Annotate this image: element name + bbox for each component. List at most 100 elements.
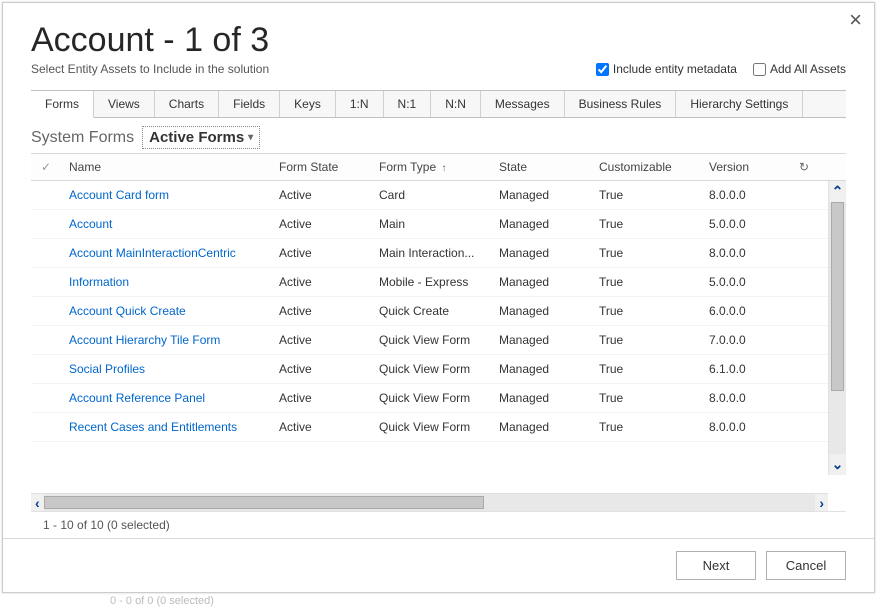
table-row[interactable]: Recent Cases and EntitlementsActiveQuick… bbox=[31, 413, 846, 442]
col-state[interactable]: State bbox=[491, 154, 591, 180]
row-name-link[interactable]: Recent Cases and Entitlements bbox=[69, 420, 237, 434]
col-form-state[interactable]: Form State bbox=[271, 154, 371, 180]
row-form-state: Active bbox=[271, 384, 371, 412]
row-form-state: Active bbox=[271, 268, 371, 296]
vertical-scrollbar[interactable]: ⌃ ⌄ bbox=[828, 181, 846, 475]
row-form-state: Active bbox=[271, 413, 371, 441]
add-all-assets-checkbox[interactable]: Add All Assets bbox=[753, 62, 846, 76]
row-name-link[interactable]: Account Hierarchy Tile Form bbox=[69, 333, 220, 347]
row-customizable: True bbox=[591, 355, 701, 383]
row-form-state: Active bbox=[271, 355, 371, 383]
tab-hierarchy-settings[interactable]: Hierarchy Settings bbox=[676, 91, 803, 117]
row-check[interactable] bbox=[31, 275, 61, 289]
col-name[interactable]: Name bbox=[61, 154, 271, 180]
row-form-type: Quick View Form bbox=[371, 384, 491, 412]
tab-fields[interactable]: Fields bbox=[219, 91, 280, 117]
row-version: 8.0.0.0 bbox=[701, 239, 791, 267]
row-customizable: True bbox=[591, 239, 701, 267]
scroll-thumb[interactable] bbox=[831, 202, 844, 391]
row-check[interactable] bbox=[31, 246, 61, 260]
row-check[interactable] bbox=[31, 188, 61, 202]
table-row[interactable]: Account Hierarchy Tile FormActiveQuick V… bbox=[31, 326, 846, 355]
horizontal-scrollbar[interactable]: ‹ › bbox=[31, 493, 828, 511]
scroll-up-icon[interactable]: ⌃ bbox=[832, 181, 844, 202]
tab-bar: Forms Views Charts Fields Keys 1:N N:1 N… bbox=[31, 90, 846, 118]
row-state: Managed bbox=[491, 181, 591, 209]
row-form-type: Quick View Form bbox=[371, 355, 491, 383]
row-check[interactable] bbox=[31, 217, 61, 231]
tab-views[interactable]: Views bbox=[94, 91, 155, 117]
refresh-icon[interactable]: ↻ bbox=[791, 154, 815, 180]
dialog-header: Account - 1 of 3 Select Entity Assets to… bbox=[3, 3, 874, 84]
col-check[interactable]: ✓ bbox=[31, 154, 61, 180]
table-row[interactable]: Social Profiles ActiveQuick View FormMana… bbox=[31, 355, 846, 384]
col-customizable[interactable]: Customizable bbox=[591, 154, 701, 180]
row-customizable: True bbox=[591, 268, 701, 296]
row-name: Account Reference Panel bbox=[61, 384, 271, 412]
scroll-left-icon[interactable]: ‹ bbox=[31, 495, 44, 511]
row-customizable: True bbox=[591, 297, 701, 325]
row-customizable: True bbox=[591, 326, 701, 354]
grid-header: ✓ Name Form State Form Type ↑ State Cust… bbox=[31, 153, 846, 181]
row-version: 8.0.0.0 bbox=[701, 181, 791, 209]
row-state: Managed bbox=[491, 413, 591, 441]
row-name-link[interactable]: Account Card form bbox=[69, 188, 169, 202]
table-row[interactable]: Account Card formActiveCardManagedTrue8.… bbox=[31, 181, 846, 210]
row-name-link[interactable]: Social Profiles bbox=[69, 362, 145, 376]
row-state: Managed bbox=[491, 355, 591, 383]
tab-messages[interactable]: Messages bbox=[481, 91, 565, 117]
add-all-assets-input[interactable] bbox=[753, 63, 766, 76]
row-customizable: True bbox=[591, 210, 701, 238]
grid-body: Account Card formActiveCardManagedTrue8.… bbox=[31, 181, 846, 493]
next-button[interactable]: Next bbox=[676, 551, 756, 580]
col-form-type[interactable]: Form Type ↑ bbox=[371, 154, 491, 180]
cancel-button[interactable]: Cancel bbox=[766, 551, 846, 580]
row-form-state: Active bbox=[271, 181, 371, 209]
scroll-track[interactable] bbox=[829, 202, 846, 454]
row-name-link[interactable]: Information bbox=[69, 275, 129, 289]
row-check[interactable] bbox=[31, 304, 61, 318]
include-metadata-checkbox[interactable]: Include entity metadata bbox=[596, 62, 737, 76]
header-options: Include entity metadata Add All Assets bbox=[596, 62, 846, 76]
row-state: Managed bbox=[491, 326, 591, 354]
row-state: Managed bbox=[491, 384, 591, 412]
row-state: Managed bbox=[491, 297, 591, 325]
row-name: Recent Cases and Entitlements bbox=[61, 413, 271, 441]
col-version[interactable]: Version bbox=[701, 154, 791, 180]
table-row[interactable]: Account MainInteractionCentricActiveMain… bbox=[31, 239, 846, 268]
tab-keys[interactable]: Keys bbox=[280, 91, 336, 117]
filter-selected-value: Active Forms bbox=[149, 129, 244, 146]
filter-category-label: System Forms bbox=[31, 129, 134, 147]
row-check[interactable] bbox=[31, 420, 61, 434]
tab-forms[interactable]: Forms bbox=[31, 91, 94, 118]
tab-1n[interactable]: 1:N bbox=[336, 91, 384, 117]
row-version: 5.0.0.0 bbox=[701, 210, 791, 238]
tab-nn[interactable]: N:N bbox=[431, 91, 481, 117]
tab-charts[interactable]: Charts bbox=[155, 91, 219, 117]
row-name-link[interactable]: Account MainInteractionCentric bbox=[69, 246, 236, 260]
close-icon[interactable]: × bbox=[849, 9, 862, 31]
h-scroll-thumb[interactable] bbox=[44, 496, 484, 509]
tab-n1[interactable]: N:1 bbox=[384, 91, 432, 117]
row-check[interactable] bbox=[31, 333, 61, 347]
grid: ✓ Name Form State Form Type ↑ State Cust… bbox=[31, 153, 846, 538]
tab-business-rules[interactable]: Business Rules bbox=[565, 91, 677, 117]
scroll-right-icon[interactable]: › bbox=[815, 495, 828, 511]
row-form-type: Quick Create bbox=[371, 297, 491, 325]
table-row[interactable]: InformationActiveMobile - ExpressManaged… bbox=[31, 268, 846, 297]
row-name-link[interactable]: Account Quick Create bbox=[69, 304, 186, 318]
h-scroll-track[interactable] bbox=[44, 494, 816, 511]
row-check[interactable] bbox=[31, 391, 61, 405]
scroll-down-icon[interactable]: ⌄ bbox=[832, 454, 844, 475]
include-metadata-input[interactable] bbox=[596, 63, 609, 76]
row-name-link[interactable]: Account bbox=[69, 217, 112, 231]
filter-dropdown[interactable]: Active Forms ▾ bbox=[142, 126, 260, 149]
row-name: Account Card form bbox=[61, 181, 271, 209]
row-check[interactable] bbox=[31, 362, 61, 376]
table-row[interactable]: AccountActiveMainManagedTrue5.0.0.0 bbox=[31, 210, 846, 239]
table-row[interactable]: Account Reference Panel ActiveQuick View … bbox=[31, 384, 846, 413]
row-name-link[interactable]: Account Reference Panel bbox=[69, 391, 205, 405]
table-row[interactable]: Account Quick Create ActiveQuick CreateMa… bbox=[31, 297, 846, 326]
row-form-state: Active bbox=[271, 297, 371, 325]
row-form-type: Main bbox=[371, 210, 491, 238]
